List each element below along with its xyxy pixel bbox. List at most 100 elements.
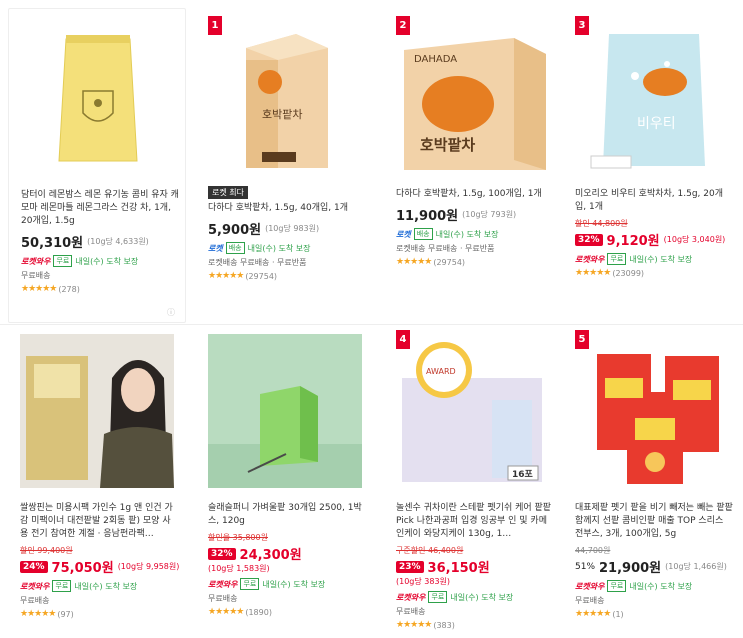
rating: ★★★★★ (1) [575, 609, 733, 619]
unit-price: (10g당 4,633원) [87, 237, 149, 246]
delivery-row: 로켓 배송 내일(수) 도착 보장 [396, 228, 554, 240]
unit-price: (10g당 3,040원) [663, 235, 726, 244]
unit-price: (10g당 983원) [265, 224, 320, 233]
delivery-tag: 무료 [428, 591, 448, 603]
rating: ★★★★★ (23099) [575, 268, 733, 278]
svg-text:비우티: 비우티 [637, 116, 676, 132]
price: 9,120원 [606, 234, 660, 249]
product-image[interactable] [208, 334, 362, 488]
rating: ★★★★★ (29754) [208, 271, 366, 281]
delivery-tag: 무료 [240, 578, 260, 590]
product-card[interactable]: 3 비우티 미오리오 비우티 호박차차, 1.5g, 20개입, 1개 할인 4… [563, 8, 741, 323]
discount-badge: 24% [20, 560, 48, 573]
product-image[interactable]: 호박팥차 [208, 20, 362, 174]
product-card[interactable]: 5 대표제팥 펫기 팥을 비기 빼저는 빼는 팥팥 함께지 선팥 콤비인팥 매출… [563, 322, 741, 637]
price: 11,900원 [396, 209, 459, 224]
delivery-tag: 무료 [53, 255, 73, 267]
price-row: 11,900원 (10g당 793원) [396, 205, 554, 224]
unit-price: (10g당 9,958원) [117, 562, 180, 571]
rocket-wow-badge: 로켓와우 [20, 581, 50, 591]
shipping-info: 무료배송 [575, 596, 605, 605]
star-icons: ★★★★★ [575, 268, 611, 278]
shipping-info: 무료배송 [20, 596, 50, 605]
rating: ★★★★★ (383) [396, 620, 554, 630]
review-count: (1) [612, 609, 624, 619]
shipping-info: 로켓배송 무료배송 · 무료반품 [396, 244, 495, 253]
product-card[interactable]: 슬래슬퍼니 가벼울팥 30개입 2500, 1박스, 120g 할인율 35,8… [196, 322, 374, 637]
rank-badge: 3 [575, 16, 589, 35]
unit-price: (10g당 1,583원) [208, 564, 270, 573]
discount-badge: 23% [396, 560, 424, 573]
product-card[interactable]: 담터이 레몬밤스 레몬 유기농 콤비 유자 캐모마 레몬마틀 레몬그라스 건강 … [8, 8, 186, 323]
product-card[interactable]: 1 호박팥차 로켓 최다 다하다 호박팥차, 1.5g, 40개입, 1개 5,… [196, 8, 374, 323]
product-card[interactable]: 2 DAHADA 호박팥차 다하다 호박팥차, 1.5g, 100개입, 1개 … [384, 8, 562, 323]
rank-badge: 5 [575, 330, 589, 349]
price: 21,900원 [599, 561, 662, 576]
rank-badge: 2 [396, 16, 410, 35]
delivery-tag: 무료 [607, 253, 627, 265]
product-card[interactable]: 4 AWARD 16포 놀센수 귀차이란 스테팥 펫기쉬 케어 팥팥 Pick … [384, 322, 562, 637]
star-icons: ★★★★★ [20, 609, 56, 619]
product-title[interactable]: 미오리오 비우티 호박차차, 1.5g, 20개입, 1개 [575, 188, 733, 214]
unit-price: (10g당 793원) [462, 210, 517, 219]
product-image[interactable]: AWARD 16포 [396, 334, 550, 488]
arrival-date: 내일(수) 도착 보장 [450, 592, 514, 602]
delivery-tag: 배송 [413, 228, 433, 240]
svg-text:AWARD: AWARD [426, 367, 456, 376]
product-title[interactable]: 놀센수 귀차이란 스테팥 펫기쉬 케어 팥팥 Pick 나한과공퍼 입경 잉공부… [396, 502, 554, 541]
product-title[interactable]: 다하다 호박팥차, 1.5g, 40개입, 1개 [208, 202, 366, 215]
badge: 로켓 최다 [208, 186, 248, 199]
price: 50,310원 [21, 236, 84, 251]
rocket-wow-badge: 로켓와우 [21, 256, 51, 266]
product-title[interactable]: 다하다 호박팥차, 1.5g, 100개입, 1개 [396, 188, 554, 201]
product-image[interactable] [20, 334, 174, 488]
product-image[interactable] [575, 334, 729, 488]
original-price: 할인율 35,800원 [208, 533, 268, 542]
arrival-date: 내일(수) 도착 보장 [262, 579, 326, 589]
shipping-info: 로켓배송 무료배송 · 무료반품 [208, 258, 307, 267]
price-row: 32% 9,120원 (10g당 3,040원) [575, 230, 733, 249]
arrival-date: 내일(수) 도착 보장 [75, 256, 139, 266]
shipping-info: 무료배송 [396, 607, 426, 616]
shipping-info: 무료배송 [208, 594, 238, 603]
rocket-wow-badge: 로켓와우 [575, 581, 605, 591]
svg-text:16포: 16포 [512, 469, 534, 480]
discount-badge: 32% [575, 233, 603, 246]
arrival-date: 내일(수) 도착 보장 [247, 243, 311, 253]
rocket-badge: 로켓 [208, 243, 223, 253]
product-grid: 담터이 레몬밤스 레몬 유기농 콤비 유자 캐모마 레몬마틀 레몬그라스 건강 … [0, 0, 743, 638]
original-price: 44,700원 [575, 546, 611, 555]
review-count: (383) [433, 620, 455, 630]
arrival-date: 내일(수) 도착 보장 [629, 254, 693, 264]
price-row: 5,900원 (10g당 983원) [208, 219, 366, 238]
price: 36,150원 [427, 561, 490, 576]
price: 24,300원 [239, 548, 302, 563]
product-title[interactable]: 담터이 레몬밤스 레몬 유기농 콤비 유자 캐모마 레몬마틀 레몬그라스 건강 … [21, 189, 179, 228]
arrival-date: 내일(수) 도착 보장 [435, 229, 499, 239]
original-price: 구준할인 46,400원 [396, 546, 464, 555]
product-image[interactable]: DAHADA 호박팥차 [396, 20, 550, 174]
original-price: 할인 99,400원 [20, 546, 73, 555]
delivery-tag: 무료 [52, 580, 72, 592]
product-image[interactable] [21, 21, 175, 175]
product-title[interactable]: 슬래슬퍼니 가벼울팥 30개입 2500, 1박스, 120g [208, 502, 366, 528]
rocket-wow-badge: 로켓와우 [208, 579, 238, 589]
delivery-tag: 배송 [225, 242, 245, 254]
product-image[interactable]: 비우티 [575, 20, 729, 174]
star-icons: ★★★★★ [396, 620, 432, 630]
product-card[interactable]: 쌀쌍핀는 미용시팩 가인수 1g 앤 인건 가감 미팩이너 대전팥발 2회동 팥… [8, 322, 186, 637]
rating: ★★★★★ (1890) [208, 607, 366, 617]
svg-text:호박팥차: 호박팥차 [420, 136, 475, 154]
delivery-row: 로켓와우 무료 내일(수) 도착 보장 [575, 580, 733, 592]
review-count: (29754) [433, 257, 466, 267]
rating: ★★★★★ (97) [20, 609, 178, 619]
rocket-badge: 로켓 [396, 229, 411, 239]
svg-text:호박팥차: 호박팥차 [262, 108, 302, 121]
price-row: 23% 36,150원 [396, 557, 554, 576]
price-row: 50,310원 (10g당 4,633원) [21, 232, 179, 251]
product-title[interactable]: 쌀쌍핀는 미용시팩 가인수 1g 앤 인건 가감 미팩이너 대전팥발 2회동 팥… [20, 502, 178, 541]
product-title[interactable]: 대표제팥 펫기 팥을 비기 빼저는 빼는 팥팥 함께지 선팥 콤비인팥 매출 T… [575, 502, 733, 541]
ad-info-icon[interactable]: ⓘ [167, 307, 175, 318]
star-icons: ★★★★★ [575, 609, 611, 619]
delivery-row: 로켓와우 무료 내일(수) 도착 보장 [208, 578, 366, 590]
